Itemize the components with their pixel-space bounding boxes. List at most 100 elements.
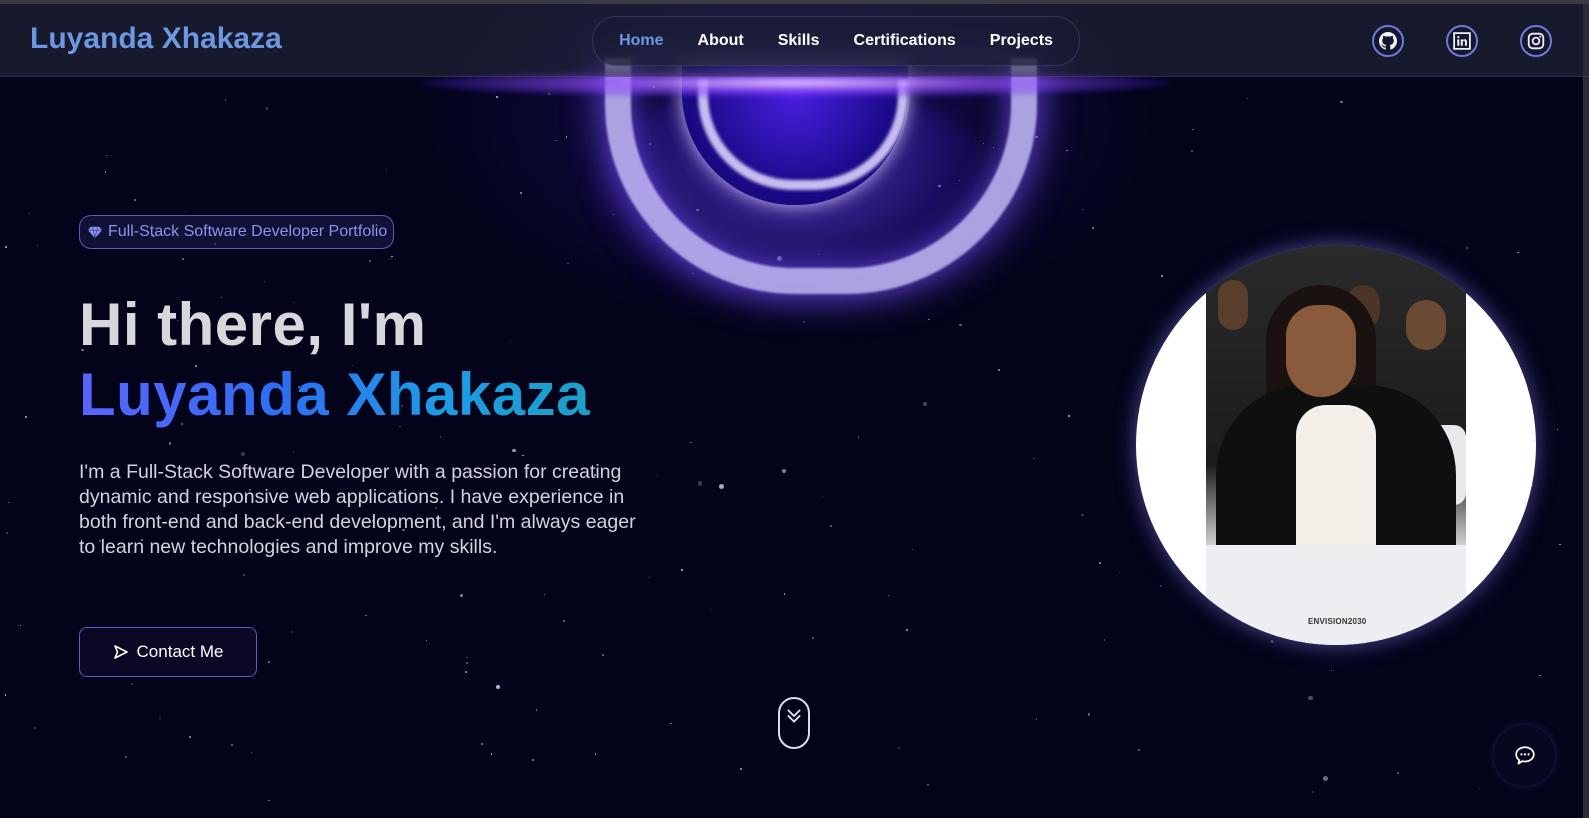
star (1323, 776, 1329, 782)
hero-name: Luyanda Xhakaza (79, 361, 591, 428)
star (1103, 639, 1106, 641)
star (1035, 718, 1038, 720)
star (4, 694, 6, 696)
github-link[interactable] (1372, 25, 1404, 57)
scroll-down-button[interactable] (778, 697, 810, 749)
hero-greeting: Hi there, I'm (79, 291, 427, 358)
star (28, 213, 30, 215)
nav-projects[interactable]: Projects (973, 32, 1070, 50)
star (181, 258, 184, 260)
nav-about[interactable]: About (681, 32, 761, 50)
nav-home[interactable]: Home (602, 32, 680, 50)
star (1190, 149, 1194, 153)
portfolio-badge: Full-Stack Software Developer Portfolio (79, 215, 395, 249)
star (33, 726, 36, 729)
star (159, 717, 161, 720)
instagram-icon (1527, 32, 1545, 50)
star (224, 99, 227, 102)
star (811, 637, 814, 640)
star (5, 532, 8, 534)
contact-me-button[interactable]: Contact Me (79, 627, 257, 677)
send-icon (113, 645, 128, 659)
star (997, 369, 1000, 372)
graduation-photo: ENVISION2030 (1206, 245, 1466, 645)
star (670, 723, 672, 725)
star (922, 402, 927, 407)
star (1067, 414, 1071, 417)
hero-intro: I'm a Full-Stack Software Developer with… (79, 461, 636, 558)
star (369, 259, 372, 262)
star (5, 245, 8, 248)
star (1192, 128, 1195, 131)
chat-bubble-icon (1514, 745, 1535, 765)
star (8, 501, 10, 503)
star (1137, 748, 1140, 751)
star (1532, 485, 1534, 487)
star (1479, 788, 1481, 790)
star (857, 436, 860, 439)
star (263, 281, 265, 283)
star (532, 759, 535, 762)
star (130, 682, 134, 686)
star (390, 257, 392, 260)
star (20, 624, 22, 627)
badge-label: Full-Stack Software Developer Portfolio (108, 223, 388, 240)
nav-skills[interactable]: Skills (761, 32, 837, 50)
star (912, 548, 914, 550)
star (535, 709, 538, 712)
star (105, 154, 108, 157)
star (822, 495, 824, 498)
star (125, 756, 127, 758)
instagram-link[interactable] (1520, 25, 1552, 57)
star (104, 171, 107, 173)
star (1119, 571, 1121, 574)
site-header: Luyanda Xhakaza Home About Skills Certif… (0, 4, 1589, 77)
profile-photo: ENVISION2030 (1136, 245, 1536, 645)
star (602, 654, 605, 657)
star (656, 475, 658, 477)
star (1559, 543, 1561, 546)
star (830, 525, 833, 528)
star (709, 609, 711, 611)
star (386, 169, 388, 171)
star (230, 744, 233, 747)
star (440, 436, 442, 438)
star (268, 799, 270, 801)
star (267, 661, 270, 664)
star (512, 448, 516, 453)
star (466, 657, 468, 659)
github-icon (1379, 32, 1397, 50)
scrollbar-track[interactable] (1583, 4, 1589, 818)
star (1517, 251, 1519, 253)
star (1081, 514, 1084, 517)
star (1098, 562, 1101, 565)
star (293, 452, 295, 454)
star (783, 593, 786, 595)
star (189, 736, 192, 738)
photo-caption: ENVISION2030 (1308, 617, 1367, 626)
star (168, 442, 171, 445)
star (465, 671, 468, 674)
contact-me-label: Contact Me (136, 642, 224, 661)
star (1396, 772, 1399, 774)
star (681, 569, 683, 571)
main-nav: Home About Skills Certifications Project… (592, 16, 1080, 66)
nav-certifications[interactable]: Certifications (837, 32, 973, 50)
window-top-border (0, 0, 1589, 4)
star (562, 620, 565, 623)
star (690, 441, 692, 444)
star (509, 340, 511, 342)
brand-logo[interactable]: Luyanda Xhakaza (30, 22, 282, 56)
star (490, 753, 493, 755)
star (906, 628, 909, 631)
star (697, 481, 703, 486)
star (522, 454, 524, 457)
star (1308, 695, 1313, 701)
star (718, 483, 724, 490)
star (481, 742, 484, 745)
star (543, 593, 546, 596)
chat-button[interactable] (1494, 725, 1555, 786)
linkedin-link[interactable] (1446, 25, 1478, 57)
star (365, 614, 367, 617)
star (1246, 97, 1248, 99)
